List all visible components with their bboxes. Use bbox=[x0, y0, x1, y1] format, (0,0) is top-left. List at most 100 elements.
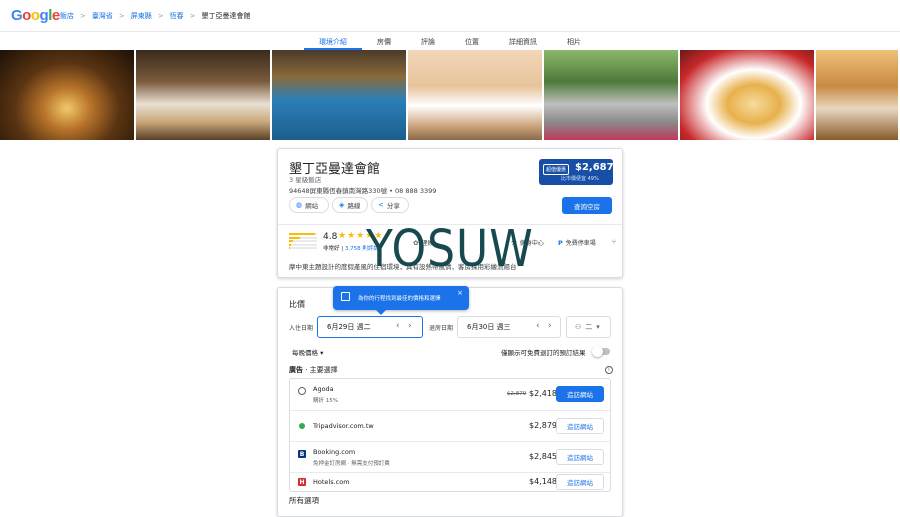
tab-details[interactable]: 詳細資訊 bbox=[494, 32, 552, 50]
offer-note: 購折 15% bbox=[313, 398, 338, 404]
visit-site-button[interactable]: 造訪網站 bbox=[556, 449, 604, 465]
caret-down-icon: ▾ bbox=[320, 349, 324, 357]
compare-prices-card: 比價 入住日期 6月29日 週二 ‹ › 退房日期 6月30日 週三 ‹ › ⚇… bbox=[277, 287, 623, 517]
tripadvisor-logo-icon bbox=[299, 423, 305, 429]
globe-icon: ◍ bbox=[296, 201, 303, 209]
breadcrumb-hotels[interactable]: 飯店 bbox=[60, 11, 74, 21]
photo-food[interactable] bbox=[680, 50, 814, 140]
offer-row-tripadvisor[interactable]: Tripadvisor.com.tw $2,879 造訪網站 bbox=[290, 410, 610, 441]
checkout-prev-icon[interactable]: ‹ bbox=[536, 321, 540, 331]
restaurant-icon: ⑂ bbox=[612, 238, 616, 246]
visit-site-button[interactable]: 造訪網站 bbox=[556, 474, 604, 490]
checkin-date-field[interactable]: 6月29日 週二 ‹ › bbox=[317, 316, 423, 338]
check-availability-button[interactable]: 查詢空房 bbox=[562, 197, 612, 214]
hotel-star-class: 3 星級飯店 bbox=[289, 176, 322, 184]
directions-icon: ◈ bbox=[339, 201, 345, 209]
checkin-label: 入住日期 bbox=[289, 325, 314, 332]
breadcrumb-separator: > bbox=[189, 12, 196, 20]
guests-selector[interactable]: ⚇ 二 ▾ bbox=[566, 316, 611, 338]
tab-photos[interactable]: 相片 bbox=[552, 32, 596, 50]
offer-name: Tripadvisor.com.tw bbox=[313, 422, 374, 430]
tooltip-arrow bbox=[376, 310, 386, 315]
offer-name: Agoda bbox=[313, 385, 334, 393]
checkin-date-value: 6月29日 週二 bbox=[327, 323, 371, 331]
ads-heading: 廣告 · 主要選擇 bbox=[289, 365, 338, 375]
deal-price: $2,687 bbox=[575, 162, 614, 173]
breadcrumb-county[interactable]: 屏東縣 bbox=[131, 11, 152, 21]
offer-name: Booking.com bbox=[313, 448, 356, 456]
google-logo[interactable]: Google bbox=[11, 7, 60, 24]
trip-tooltip[interactable]: 為你的行程找到最佳的價格和選擇 × bbox=[333, 286, 469, 315]
ads-title: · 主要選擇 bbox=[303, 366, 338, 374]
booking-logo-icon: B bbox=[298, 450, 306, 458]
photo-courtyard-night[interactable] bbox=[0, 50, 134, 140]
hotels-logo-icon: H bbox=[298, 478, 306, 486]
photo-bathroom[interactable] bbox=[408, 50, 542, 140]
share-button[interactable]: < 分享 bbox=[371, 197, 409, 213]
rating-label: 非常好 bbox=[323, 246, 340, 252]
per-night-dropdown[interactable]: 每晚價格 ▾ bbox=[292, 347, 323, 357]
close-icon[interactable]: × bbox=[457, 289, 463, 297]
offer-note: 免押金訂房網 · 無需支付預訂費 bbox=[313, 461, 390, 467]
section-tabs: 環境介紹 房價 評論 位置 詳細資訊 相片 bbox=[0, 32, 900, 50]
tab-prices[interactable]: 房價 bbox=[362, 32, 406, 50]
parking-icon: P bbox=[558, 238, 563, 247]
photo-room-interior[interactable] bbox=[816, 50, 898, 140]
offer-name: Hotels.com bbox=[313, 478, 350, 486]
visit-site-button[interactable]: 造訪網站 bbox=[556, 386, 604, 402]
offer-price: $2,879 bbox=[529, 421, 557, 430]
breadcrumb-current: 墾丁亞曼達會館 bbox=[201, 12, 251, 20]
compare-title: 比價 bbox=[289, 300, 305, 309]
watermark-text: YOSUW bbox=[366, 220, 534, 279]
photo-bedroom[interactable] bbox=[136, 50, 270, 140]
photo-golf-cart[interactable] bbox=[544, 50, 678, 140]
free-cancel-toggle[interactable] bbox=[592, 346, 610, 357]
offer-original-price: $2,879 bbox=[507, 391, 527, 397]
offer-price: $4,148 bbox=[529, 477, 557, 486]
tab-overview[interactable]: 環境介紹 bbox=[304, 32, 362, 50]
rating-score: 4.8 bbox=[323, 232, 338, 242]
amenity-parking: P 免費停車場 bbox=[558, 238, 596, 248]
offer-row-agoda[interactable]: Agoda 購折 15% $2,879 $2,418 造訪網站 bbox=[290, 379, 610, 410]
visit-site-button[interactable]: 造訪網站 bbox=[556, 418, 604, 434]
offers-list: Agoda 購折 15% $2,879 $2,418 造訪網站 Tripadvi… bbox=[289, 378, 611, 492]
tooltip-text: 為你的行程找到最佳的價格和選擇 bbox=[358, 296, 441, 302]
checkin-next-icon[interactable]: › bbox=[408, 321, 412, 331]
website-button[interactable]: ◍ 網站 bbox=[289, 197, 329, 213]
breadcrumb: 飯店 > 臺灣省 > 屏東縣 > 恆春 > 墾丁亞曼達會館 bbox=[60, 11, 251, 21]
hotel-address: 94648屏東縣恆春鎮南灣路330號 • 08 888 3399 bbox=[289, 187, 437, 195]
rating-distribution bbox=[289, 233, 317, 251]
photo-strip bbox=[0, 50, 900, 140]
breadcrumb-separator: > bbox=[157, 12, 164, 20]
person-icon: ⚇ bbox=[575, 323, 582, 331]
calendar-icon bbox=[341, 292, 350, 301]
deal-price-badge[interactable]: 超值優惠 $2,687 比市價便宜 49% bbox=[539, 159, 614, 185]
breadcrumb-province[interactable]: 臺灣省 bbox=[92, 11, 113, 21]
free-cancel-label: 僅顯示可免費退訂的預訂結果 bbox=[501, 349, 586, 357]
all-options-heading: 所有選項 bbox=[289, 496, 319, 505]
guests-value: 二 bbox=[585, 323, 593, 331]
breadcrumb-town[interactable]: 恆春 bbox=[170, 11, 184, 21]
offer-row-hotels[interactable]: H Hotels.com $4,148 造訪網站 bbox=[290, 472, 610, 491]
offer-row-booking[interactable]: B Booking.com 免押金訂房網 · 無需支付預訂費 $2,845 造訪… bbox=[290, 441, 610, 472]
top-bar: Google 飯店 > 臺灣省 > 屏東縣 > 恆春 > 墾丁亞曼達會館 bbox=[0, 0, 900, 32]
tab-location[interactable]: 位置 bbox=[450, 32, 494, 50]
directions-button[interactable]: ◈ 路線 bbox=[332, 197, 368, 213]
offer-price: $2,418 bbox=[529, 389, 557, 398]
checkout-label: 退房日期 bbox=[429, 325, 454, 332]
tab-reviews[interactable]: 評論 bbox=[406, 32, 450, 50]
deal-savings: 比市價便宜 49% bbox=[561, 176, 599, 182]
checkout-next-icon[interactable]: › bbox=[548, 321, 552, 331]
breadcrumb-separator: > bbox=[118, 12, 125, 20]
deal-tag: 超值優惠 bbox=[543, 164, 570, 175]
amenity-more[interactable]: ⑂ bbox=[612, 238, 616, 246]
chevron-down-icon: ▾ bbox=[596, 323, 600, 331]
offer-price: $2,845 bbox=[529, 452, 557, 461]
ads-label: 廣告 bbox=[289, 366, 303, 374]
checkout-date-value: 6月30日 週三 bbox=[467, 323, 511, 331]
checkin-prev-icon[interactable]: ‹ bbox=[396, 321, 400, 331]
info-icon[interactable]: i bbox=[605, 366, 613, 374]
photo-pool[interactable] bbox=[272, 50, 406, 140]
checkout-date-field[interactable]: 6月30日 週三 ‹ › bbox=[457, 316, 561, 338]
share-icon: < bbox=[378, 201, 384, 209]
